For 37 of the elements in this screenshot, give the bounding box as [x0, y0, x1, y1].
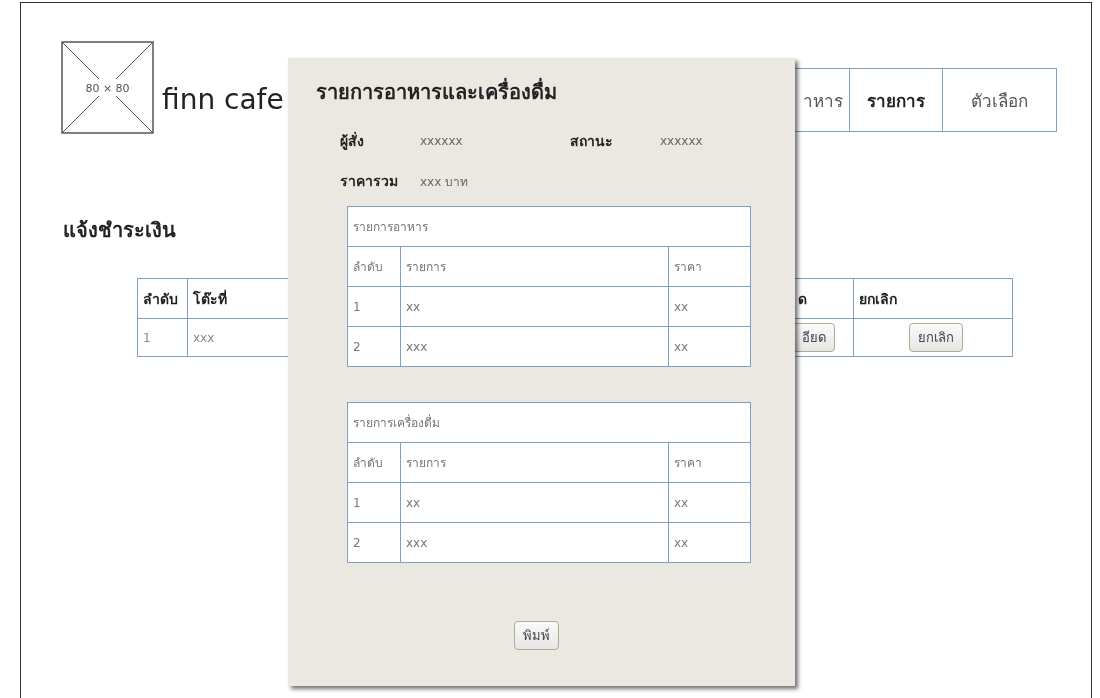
nav-tab[interactable]: รายการ [849, 69, 942, 131]
page-heading: แจ้งชำระเงิน [63, 217, 176, 244]
column-header: ลำดับ [347, 246, 401, 287]
column-header: ราคา [668, 442, 751, 483]
field-value: xxxxxx [660, 134, 704, 148]
table-cell: 2 [347, 326, 401, 367]
table-caption: รายการเครื่องดื่ม [347, 402, 751, 443]
table-cell: xx [668, 326, 751, 367]
table-cell: xx [668, 522, 751, 563]
table-cell: xx [668, 482, 751, 523]
dialog-title: รายการอาหารและเครื่องดื่ม [316, 77, 558, 106]
print-button[interactable]: พิมพ์ [513, 621, 559, 650]
column-header: ยกเลิก [853, 278, 1013, 319]
image-placeholder-icon: 80 × 80 [61, 41, 154, 134]
field-label: ผู้สั่ง [340, 130, 365, 152]
table-caption: รายการอาหาร [347, 206, 751, 247]
nav-tab[interactable]: ตัวเลือก [942, 69, 1056, 131]
column-header: ลำดับ [137, 278, 188, 319]
table-cell: 1 [137, 318, 188, 357]
table-cell: xxx [400, 326, 669, 367]
field-value: xxx บาท [420, 173, 470, 191]
brand-name: finn cafe [162, 83, 284, 116]
field-label: สถานะ [570, 132, 614, 151]
column-header: รายการ [400, 246, 669, 287]
cancel-button[interactable]: ยกเลิก [908, 323, 963, 352]
column-header: ลำดับ [347, 442, 401, 483]
column-header: ราคา [668, 246, 751, 287]
table-cell: xx [400, 286, 669, 327]
field-value: xxxxxx [420, 134, 464, 148]
table-cell: xx [400, 482, 669, 523]
table-cell: xx [668, 286, 751, 327]
field-label: ราคารวม [340, 172, 399, 191]
table-cell: xxx [400, 522, 669, 563]
table-cell: 2 [347, 522, 401, 563]
column-header: รายการ [400, 442, 669, 483]
table-cell: 1 [347, 286, 401, 327]
table-cell: 1 [347, 482, 401, 523]
